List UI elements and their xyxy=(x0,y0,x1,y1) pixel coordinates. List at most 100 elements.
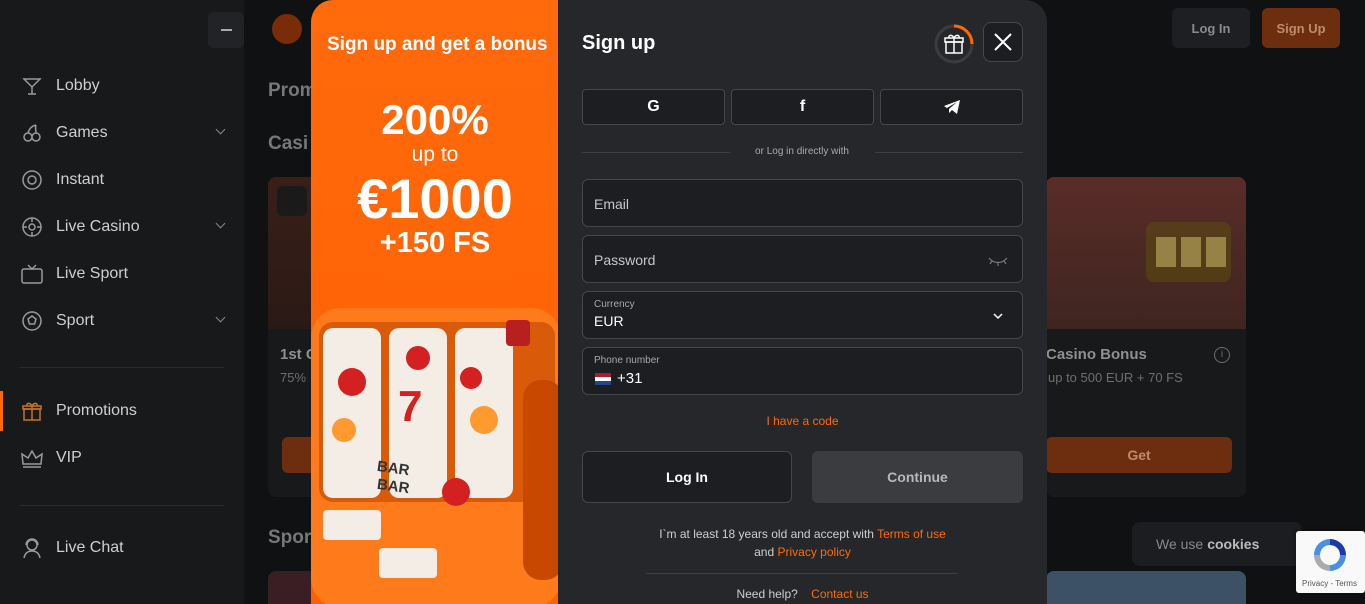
card-subtitle: 75% xyxy=(280,370,307,385)
card-subtitle: up to 500 EUR + 70 FS xyxy=(1048,370,1183,385)
password-placeholder: Password xyxy=(594,252,656,268)
password-field[interactable]: Password xyxy=(582,235,1023,283)
sidebar-item-label: Promotions xyxy=(56,402,137,419)
terms-of-use-link[interactable]: Terms of use xyxy=(877,527,946,541)
slot-machine-illustration: 7 BAR BAR xyxy=(311,300,559,604)
sidebar-item-label: Instant xyxy=(56,171,105,188)
sidebar-item-label: VIP xyxy=(56,449,82,466)
recaptcha-links[interactable]: Privacy - Terms xyxy=(1302,579,1357,588)
promo-code-link[interactable]: I have a code xyxy=(558,414,1047,428)
chevron-down-icon xyxy=(993,313,1003,320)
cherries-icon xyxy=(277,186,307,216)
sidebar-item-live-sport[interactable]: Live Sport xyxy=(0,254,244,294)
currency-select[interactable]: Currency EUR xyxy=(582,291,1023,339)
divider-line xyxy=(646,573,958,574)
or-login-text: or Log in directly with xyxy=(755,146,849,157)
sidebar-item-label: Lobby xyxy=(56,77,100,94)
sidebar-item-label: Live Casino xyxy=(56,218,140,235)
sidebar-item-lobby[interactable]: Lobby xyxy=(0,66,244,106)
sidebar-item-label: Live Chat xyxy=(56,539,124,556)
sidebar-item-label: Sport xyxy=(56,312,95,329)
cookies-banner[interactable]: We use cookies xyxy=(1132,522,1302,566)
sidebar: Lobby Games Instant Live Casino Live Spo… xyxy=(0,0,244,604)
help-row: Need help? Contact us xyxy=(558,587,1047,601)
promo-free-spins: +150 FS xyxy=(379,227,491,259)
slot-seven-symbol: 7 xyxy=(398,382,423,431)
currency-value: EUR xyxy=(594,313,624,329)
card-image xyxy=(1046,177,1246,329)
slot-machine-illustration xyxy=(1146,222,1231,282)
sidebar-divider xyxy=(20,505,224,506)
header-login-button[interactable]: Log In xyxy=(1172,8,1250,48)
sidebar-item-promotions[interactable]: Promotions xyxy=(0,391,244,431)
chevron-down-icon[interactable] xyxy=(215,218,226,229)
email-field[interactable]: Email xyxy=(582,179,1023,227)
telegram-icon xyxy=(943,100,960,114)
cookies-bold: cookies xyxy=(1207,536,1260,552)
continue-button[interactable]: Continue xyxy=(812,451,1023,503)
sidebar-item-live-casino[interactable]: Live Casino xyxy=(0,207,244,247)
promo-percent: 200% xyxy=(381,96,489,143)
section-title-casino: Casi xyxy=(268,133,309,154)
section-title-sport: Spor xyxy=(268,527,312,548)
recaptcha-icon xyxy=(1314,539,1346,571)
instant-icon xyxy=(20,168,44,192)
netherlands-flag-icon[interactable] xyxy=(595,373,611,385)
headset-icon xyxy=(20,536,44,560)
email-placeholder: Email xyxy=(594,196,630,212)
phone-prefix: +31 xyxy=(617,370,643,387)
close-button[interactable] xyxy=(983,22,1023,62)
card-get-button[interactable]: Get xyxy=(1046,437,1232,473)
brand-logo[interactable] xyxy=(272,14,302,44)
section-title-promotions: Prom xyxy=(268,80,317,101)
phone-field[interactable]: Phone number +31 xyxy=(582,347,1023,395)
terms-and: and xyxy=(754,545,775,559)
crown-icon xyxy=(20,446,44,470)
gift-icon xyxy=(934,24,974,64)
help-text: Need help? xyxy=(736,587,798,601)
sidebar-item-vip[interactable]: VIP xyxy=(0,438,244,478)
sidebar-item-instant[interactable]: Instant xyxy=(0,160,244,200)
bonus-gift-button[interactable] xyxy=(934,24,974,64)
promo-card-casino-bonus: Casino Bonus up to 500 EUR + 70 FS i Get xyxy=(1046,177,1246,497)
header-signup-button[interactable]: Sign Up xyxy=(1262,8,1340,48)
sidebar-item-sport[interactable]: Sport xyxy=(0,301,244,341)
cookies-text: We use xyxy=(1156,536,1204,552)
facebook-login-button[interactable]: f xyxy=(731,89,874,125)
privacy-text: and Privacy policy xyxy=(558,543,1047,561)
eye-closed-icon[interactable] xyxy=(987,256,1009,266)
close-icon xyxy=(994,33,1012,51)
sidebar-divider xyxy=(20,367,224,368)
sidebar-item-games[interactable]: Games xyxy=(0,113,244,153)
promo-heading: Sign up and get a bonus xyxy=(327,34,548,55)
chevron-down-icon[interactable] xyxy=(215,312,226,323)
sidebar-item-live-chat[interactable]: Live Chat xyxy=(0,528,244,568)
sidebar-item-label: Live Sport xyxy=(56,265,129,282)
sidebar-collapse-button[interactable] xyxy=(208,12,244,48)
privacy-policy-link[interactable]: Privacy policy xyxy=(778,545,851,559)
currency-label: Currency xyxy=(594,299,635,310)
recaptcha-badge[interactable]: Privacy - Terms xyxy=(1296,531,1365,593)
login-button[interactable]: Log In xyxy=(582,451,792,503)
terms-prefix: I`m at least 18 years old and accept wit… xyxy=(659,527,874,541)
modal-title: Sign up xyxy=(582,32,656,54)
phone-label: Phone number xyxy=(594,355,660,366)
signup-modal: Sign up G f or Log in directly with Emai… xyxy=(558,0,1047,604)
chip-icon xyxy=(20,215,44,239)
app-root: Lobby Games Instant Live Casino Live Spo… xyxy=(0,0,1365,604)
terms-text: I`m at least 18 years old and accept wit… xyxy=(558,525,1047,543)
card-title: Casino Bonus xyxy=(1046,346,1147,363)
google-icon: G xyxy=(647,98,660,115)
google-login-button[interactable]: G xyxy=(582,89,725,125)
promo-amount: €1000 xyxy=(357,167,513,230)
cocktail-icon xyxy=(20,74,44,98)
facebook-icon: f xyxy=(799,98,806,115)
sport-card-right xyxy=(1046,571,1246,604)
bonus-promo-panel: Sign up and get a bonus 200% up to €1000… xyxy=(311,0,559,604)
telegram-login-button[interactable] xyxy=(880,89,1023,125)
chevron-down-icon[interactable] xyxy=(215,124,226,135)
info-icon[interactable]: i xyxy=(1214,347,1230,363)
sidebar-item-label: Games xyxy=(56,124,108,141)
contact-us-link[interactable]: Contact us xyxy=(811,587,868,601)
divider-line xyxy=(875,152,1023,153)
